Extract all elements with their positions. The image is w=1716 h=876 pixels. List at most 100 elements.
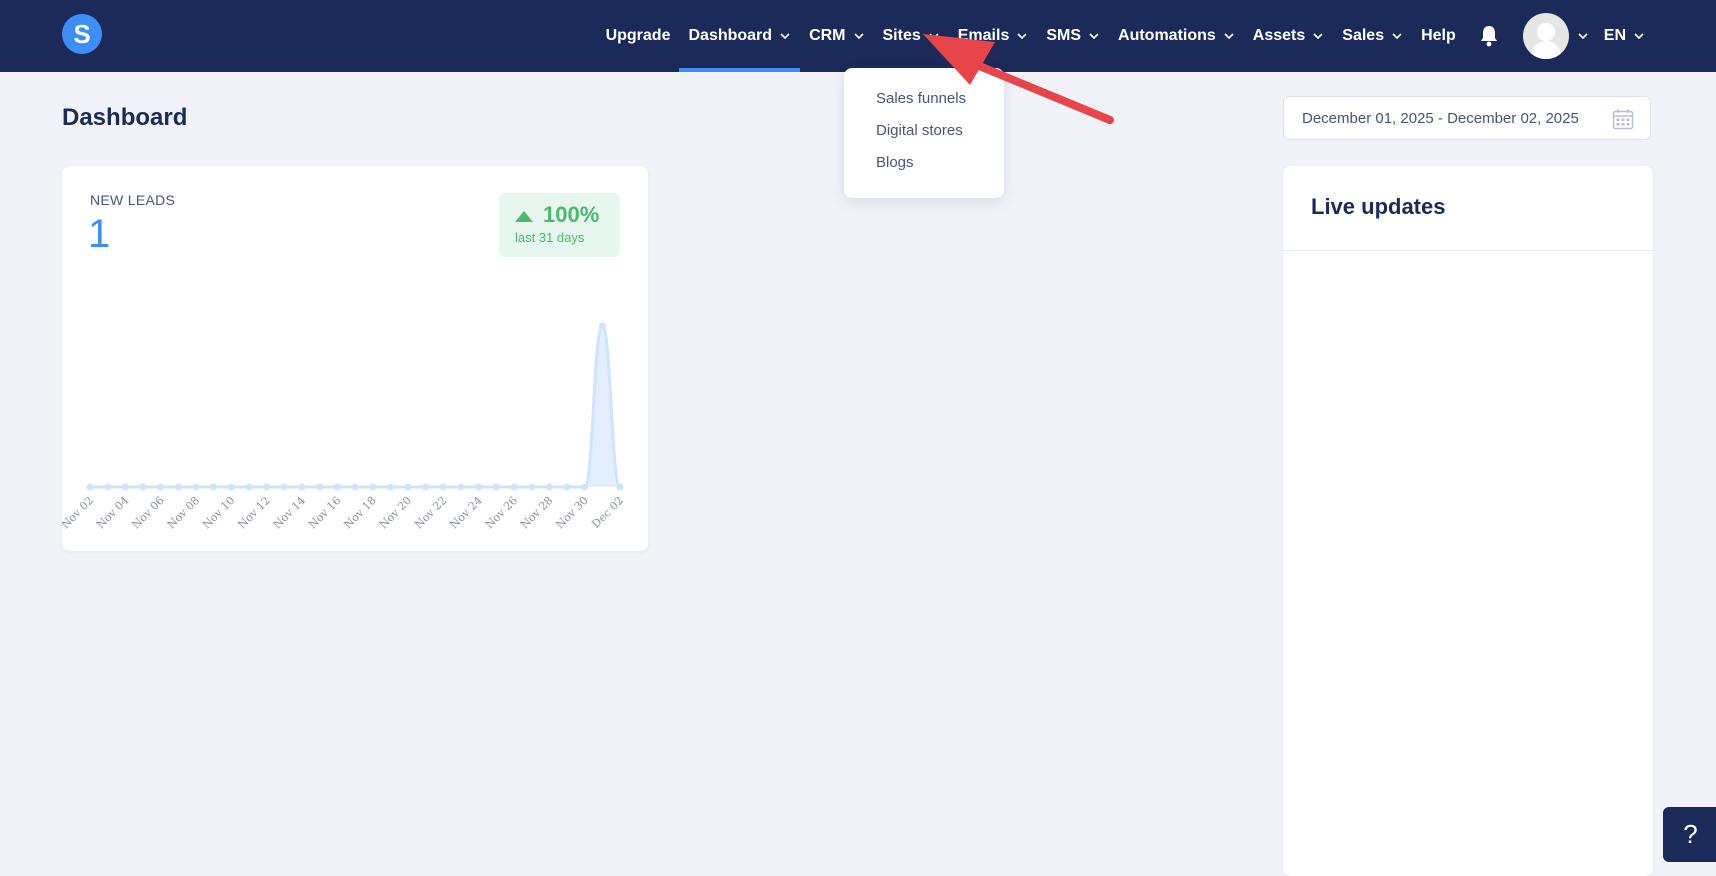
live-updates-title: Live updates	[1311, 194, 1446, 219]
chart-tick-label: Nov 02	[62, 494, 96, 531]
chart-point[interactable]	[492, 483, 500, 491]
chart-point[interactable]	[581, 483, 589, 491]
chart-point[interactable]	[104, 483, 112, 491]
chart-point[interactable]	[404, 483, 412, 491]
new-leads-chart: Nov 02Nov 04Nov 06Nov 08Nov 10Nov 12Nov …	[62, 322, 626, 531]
nav-help[interactable]: Help	[1412, 0, 1465, 72]
chart-tick-label: Nov 14	[271, 494, 308, 531]
nav-emails[interactable]: Emails	[949, 0, 1038, 72]
date-range-picker[interactable]: December 01, 2025 - December 02, 2025	[1283, 96, 1651, 140]
nav-crm[interactable]: CRM	[800, 0, 873, 72]
language-label: EN	[1603, 27, 1626, 44]
chart-point[interactable]	[386, 483, 394, 491]
nav-emails-label: Emails	[957, 27, 1010, 44]
chart-tick-label: Nov 12	[235, 494, 272, 531]
user-menu[interactable]	[1513, 0, 1595, 72]
chart-tick-label: Nov 18	[341, 494, 378, 531]
chart-point[interactable]	[528, 483, 536, 491]
page-title: Dashboard	[62, 104, 188, 131]
chevron-down-icon	[780, 33, 790, 40]
chart-tick-label: Nov 04	[94, 494, 131, 531]
chart-tick-label: Nov 06	[129, 494, 166, 531]
nav-sites-label: Sites	[882, 27, 921, 44]
chart-tick-label: Nov 24	[447, 494, 484, 531]
chevron-down-icon	[1392, 33, 1402, 40]
chart-point[interactable]	[563, 483, 571, 491]
chart-point[interactable]	[227, 483, 235, 491]
bell-icon	[1480, 26, 1497, 47]
nav-assets[interactable]: Assets	[1244, 0, 1333, 72]
menu-item-sales-funnels[interactable]: Sales funnels	[876, 90, 966, 107]
chart-point[interactable]	[245, 483, 253, 491]
top-navigation-bar: S Upgrade Dashboard CRM Sites Emails SMS…	[0, 0, 1716, 72]
chart-point[interactable]	[298, 483, 306, 491]
chart-point[interactable]	[457, 483, 465, 491]
chart-tick-label: Nov 16	[306, 494, 343, 531]
divider	[1283, 250, 1653, 251]
chart-point[interactable]	[316, 483, 324, 491]
chevron-down-icon	[1224, 33, 1234, 40]
chart-tick-label: Nov 28	[518, 494, 555, 531]
calendar-icon	[1612, 109, 1634, 130]
sites-dropdown-menu: Sales funnels Digital stores Blogs	[844, 68, 1004, 198]
chevron-down-icon	[1578, 33, 1588, 40]
chart-point[interactable]	[598, 322, 606, 330]
notifications-button[interactable]	[1465, 0, 1513, 72]
chart-series-line	[90, 324, 622, 489]
nav-sales-label: Sales	[1342, 27, 1385, 44]
chart-point[interactable]	[475, 483, 483, 491]
language-selector[interactable]: EN	[1595, 0, 1654, 72]
live-updates-panel: Live updates	[1283, 166, 1653, 876]
chart-point[interactable]	[616, 483, 624, 491]
menu-item-digital-stores[interactable]: Digital stores	[876, 122, 963, 139]
chart-point[interactable]	[351, 483, 359, 491]
nav-sites[interactable]: Sites	[874, 0, 949, 72]
nav-upgrade-label: Upgrade	[605, 27, 671, 44]
chart-point[interactable]	[263, 483, 271, 491]
chart-tick-label: Nov 10	[200, 494, 237, 531]
chart-point[interactable]	[280, 483, 288, 491]
chart-tick-label: Nov 08	[165, 494, 202, 531]
chevron-down-icon	[1017, 33, 1027, 40]
nav-automations-label: Automations	[1118, 27, 1216, 44]
chart-point[interactable]	[210, 483, 218, 491]
nav-crm-label: CRM	[809, 27, 846, 44]
chart-point[interactable]	[157, 483, 165, 491]
help-button[interactable]: ?	[1663, 807, 1716, 862]
chart-area-fill	[90, 326, 620, 487]
chart-point[interactable]	[174, 483, 182, 491]
chart-tick-label: Nov 22	[412, 494, 449, 531]
nav-help-label: Help	[1421, 27, 1456, 44]
avatar	[1522, 13, 1569, 59]
chevron-down-icon	[853, 33, 864, 40]
chart-point[interactable]	[121, 483, 129, 491]
chevron-down-icon	[1089, 33, 1099, 40]
chart-point[interactable]	[86, 483, 94, 491]
nav-upgrade[interactable]: Upgrade	[597, 0, 680, 72]
chart-tick-label: Nov 30	[553, 494, 590, 531]
chevron-down-icon	[1313, 33, 1323, 40]
chart-point[interactable]	[510, 483, 518, 491]
chevron-down-icon	[929, 33, 939, 40]
chart-tick-label: Nov 20	[377, 494, 414, 531]
app-logo[interactable]: S	[62, 14, 102, 54]
chart-tick-label: Dec 02	[589, 494, 626, 531]
nav-sms[interactable]: SMS	[1037, 0, 1109, 72]
chart-tick-label: Nov 26	[483, 494, 520, 531]
chart-point[interactable]	[192, 483, 200, 491]
nav-assets-label: Assets	[1252, 27, 1306, 44]
menu-item-blogs[interactable]: Blogs	[876, 154, 914, 171]
chart-point[interactable]	[545, 483, 553, 491]
chart-point[interactable]	[333, 483, 341, 491]
nav-sms-label: SMS	[1046, 27, 1082, 44]
chart-point[interactable]	[439, 483, 447, 491]
new-leads-card: NEW LEADS 1 100% last 31 days Nov 02 Nov …	[62, 166, 648, 551]
chart-point[interactable]	[422, 483, 430, 491]
chart-point[interactable]	[369, 483, 377, 491]
nav-sales[interactable]: Sales	[1333, 0, 1412, 72]
main-nav: Upgrade Dashboard CRM Sites Emails SMS A…	[597, 0, 1654, 72]
chart-point[interactable]	[139, 483, 147, 491]
nav-dashboard-label: Dashboard	[688, 27, 773, 44]
nav-dashboard[interactable]: Dashboard	[679, 0, 800, 72]
nav-automations[interactable]: Automations	[1109, 0, 1244, 72]
